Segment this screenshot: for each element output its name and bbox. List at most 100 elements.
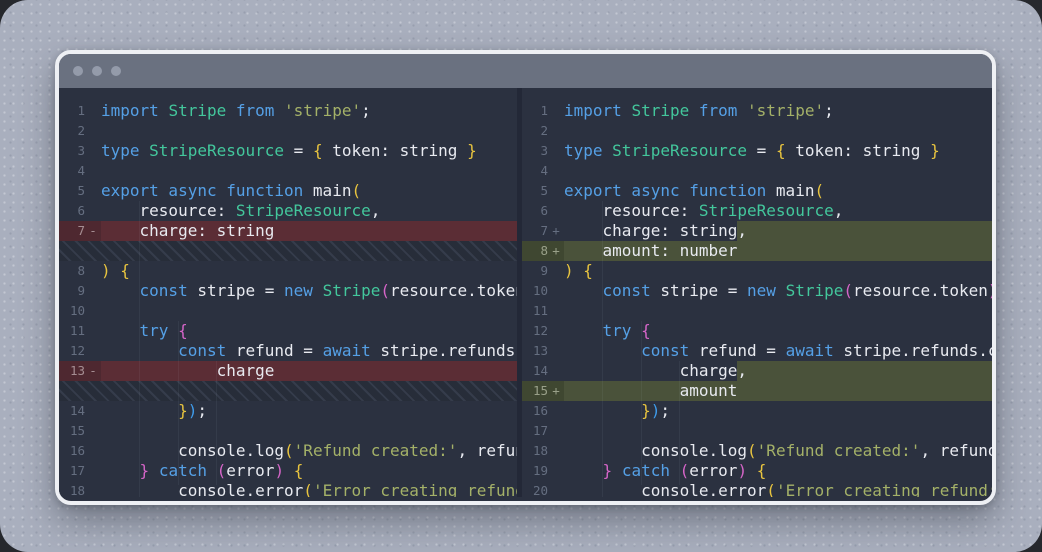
- code-token: ): [651, 401, 661, 421]
- window-titlebar[interactable]: [59, 54, 992, 88]
- code-token: ) {: [101, 261, 130, 281]
- code-token: ;: [660, 401, 670, 421]
- diff-pane-original[interactable]: 1import Stripe from 'stripe';23type Stri…: [59, 88, 517, 497]
- code-line-15[interactable]: 15: [59, 421, 517, 441]
- indent-guide: [679, 361, 680, 485]
- code-token: {: [776, 141, 786, 161]
- code-line-2[interactable]: 2: [522, 121, 992, 141]
- code-content: [564, 301, 992, 321]
- code-token: ,: [737, 221, 747, 240]
- indent-guide: [641, 321, 642, 485]
- code-token: StripeResource: [149, 141, 284, 161]
- code-line-3[interactable]: 3type StripeResource = { token: string }: [59, 141, 517, 161]
- gutter: 15: [59, 421, 101, 441]
- code-line-18[interactable]: 18 console.log('Refund created:', refund…: [522, 441, 992, 461]
- code-line-13[interactable]: 13 const refund = await stripe.refunds.c…: [522, 341, 992, 361]
- code-token: charge: [101, 361, 274, 381]
- code-line-3[interactable]: 3type StripeResource = { token: string }: [522, 141, 992, 161]
- code-line-5[interactable]: 5export async function main(: [59, 181, 517, 201]
- code-content: import Stripe from 'stripe';: [101, 101, 517, 121]
- code-line-7[interactable]: 7+ charge: string,: [522, 221, 992, 241]
- code-content: [101, 161, 517, 181]
- code-content: console.log('Refund created:', refund.id…: [101, 441, 517, 461]
- code-line-11[interactable]: 11: [522, 301, 992, 321]
- code-token: error: [689, 461, 737, 481]
- collapsed-spacer[interactable]: [59, 381, 517, 401]
- code-line-7[interactable]: 7- charge: string: [59, 221, 517, 241]
- code-token: ;: [824, 101, 834, 121]
- code-token: token: string: [323, 141, 468, 161]
- code-line-16[interactable]: 16 });: [522, 401, 992, 421]
- code-content: charge: string: [101, 221, 517, 241]
- code-token: token: string: [786, 141, 931, 161]
- code-line-20[interactable]: 20 console.error('Error creating refund:…: [522, 481, 992, 497]
- code-token: charge: string: [564, 221, 737, 241]
- code-line-18[interactable]: 18 console.error('Error creating refund:…: [59, 481, 517, 497]
- window-control-close[interactable]: [73, 66, 83, 76]
- code-line-8[interactable]: 8) {: [59, 261, 517, 281]
- code-content: [564, 121, 992, 141]
- collapsed-spacer[interactable]: [59, 241, 517, 261]
- line-number: 14: [522, 361, 548, 381]
- diff-sign-empty: [85, 441, 101, 461]
- gutter: 10: [59, 301, 101, 321]
- code-line-6[interactable]: 6 resource: StripeResource,: [59, 201, 517, 221]
- code-content: } catch (error) {: [564, 461, 992, 481]
- code-token: [564, 461, 603, 481]
- code-content: });: [101, 401, 517, 421]
- code-content: const refund = await stripe.refunds.crea…: [101, 341, 517, 361]
- code-line-13[interactable]: 13- charge: [59, 361, 517, 381]
- code-line-1[interactable]: 1import Stripe from 'stripe';: [59, 101, 517, 121]
- code-line-10[interactable]: 10: [59, 301, 517, 321]
- diff-sign-empty: [85, 421, 101, 441]
- code-line-2[interactable]: 2: [59, 121, 517, 141]
- code-token: (: [747, 441, 757, 461]
- code-line-17[interactable]: 17 } catch (error) {: [59, 461, 517, 481]
- code-line-14[interactable]: 14 charge,: [522, 361, 992, 381]
- code-line-11[interactable]: 11 try {: [59, 321, 517, 341]
- code-content: try {: [564, 321, 992, 341]
- code-token: }: [140, 461, 150, 481]
- code-token: [776, 281, 786, 301]
- code-line-12[interactable]: 12 try {: [522, 321, 992, 341]
- diff-added-sign: +: [548, 221, 564, 241]
- diff-pane-modified[interactable]: 1import Stripe from 'stripe';23type Stri…: [522, 88, 992, 497]
- window-control-minimize[interactable]: [92, 66, 102, 76]
- diff-sign-empty: [548, 281, 564, 301]
- code-line-12[interactable]: 12 const refund = await stripe.refunds.c…: [59, 341, 517, 361]
- code-token: ,: [834, 201, 844, 221]
- code-line-4[interactable]: 4: [522, 161, 992, 181]
- line-number: 4: [522, 161, 548, 181]
- gutter: 16: [59, 441, 101, 461]
- code-line-5[interactable]: 5export async function main(: [522, 181, 992, 201]
- code-line-19[interactable]: 19 } catch (error) {: [522, 461, 992, 481]
- code-content: [101, 421, 517, 441]
- code-token: await: [323, 341, 371, 361]
- code-token: (: [351, 181, 361, 201]
- code-line-8[interactable]: 8+ amount: number: [522, 241, 992, 261]
- code-line-1[interactable]: 1import Stripe from 'stripe';: [522, 101, 992, 121]
- window-control-maximize[interactable]: [111, 66, 121, 76]
- code-line-6[interactable]: 6 resource: StripeResource,: [522, 201, 992, 221]
- code-content: try {: [101, 321, 517, 341]
- code-token: ): [737, 461, 747, 481]
- code-line-17[interactable]: 17: [522, 421, 992, 441]
- code-line-16[interactable]: 16 console.log('Refund created:', refund…: [59, 441, 517, 461]
- code-token: [284, 461, 294, 481]
- code-token: console.log: [101, 441, 284, 461]
- code-token: StripeResource: [236, 201, 371, 221]
- code-token: stripe.refunds.create: [834, 341, 992, 361]
- code-line-14[interactable]: 14 });: [59, 401, 517, 421]
- editor-window: 1import Stripe from 'stripe';23type Stri…: [55, 50, 996, 505]
- code-line-10[interactable]: 10 const stripe = new Stripe(resource.to…: [522, 281, 992, 301]
- code-line-9[interactable]: 9) {: [522, 261, 992, 281]
- code-content: amount: number: [564, 241, 992, 261]
- code-line-15[interactable]: 15+ amount: [522, 381, 992, 401]
- code-line-4[interactable]: 4: [59, 161, 517, 181]
- code-token: [313, 281, 323, 301]
- gutter: 18: [522, 441, 564, 461]
- gutter: 18: [59, 481, 101, 497]
- gutter: 6: [59, 201, 101, 221]
- code-token: , refund.id: [457, 441, 517, 461]
- code-line-9[interactable]: 9 const stripe = new Stripe(resource.tok…: [59, 281, 517, 301]
